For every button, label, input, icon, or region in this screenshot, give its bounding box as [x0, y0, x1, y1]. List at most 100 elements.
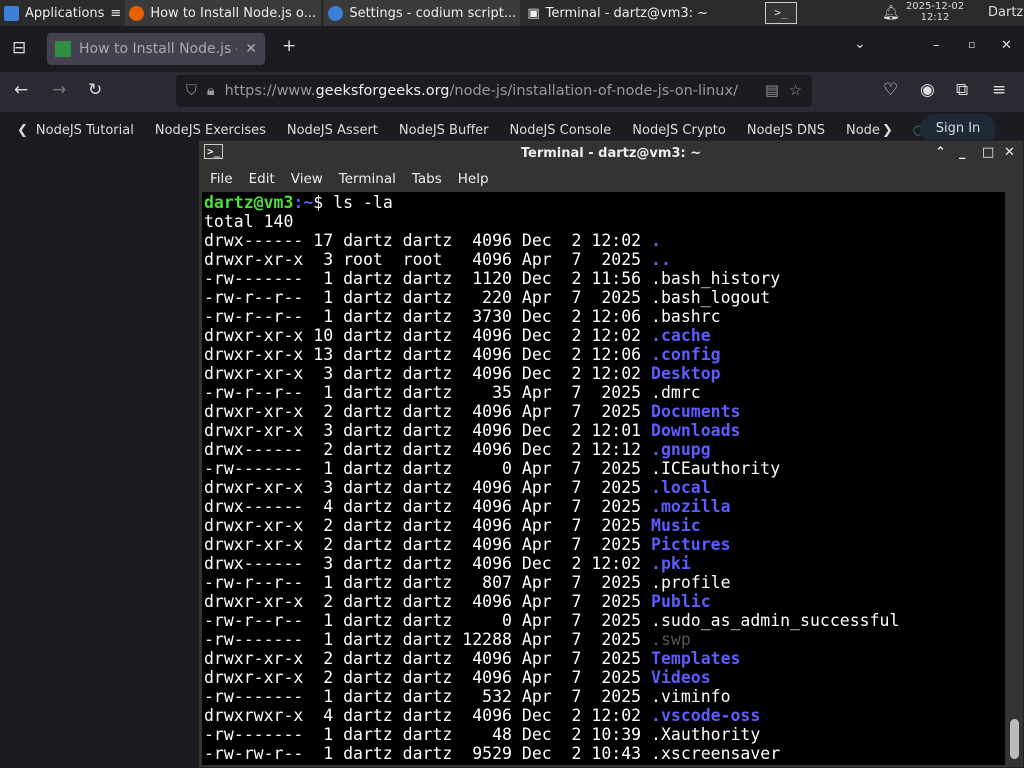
menu-terminal[interactable]: Terminal	[339, 171, 396, 187]
file-name: .swp	[651, 630, 691, 649]
lock-icon[interactable]: 🔒︎	[207, 83, 215, 99]
terminal-launcher-icon[interactable]: >_	[765, 2, 797, 24]
menu-icon[interactable]: ≡	[992, 80, 1006, 100]
time: 12:12	[920, 12, 950, 23]
maximize-icon[interactable]: □	[982, 145, 994, 160]
task-settings[interactable]: Settings - codium script...	[324, 0, 521, 26]
listing-row: -rw-r--r-- 1 dartz dartz 35 Apr 7 2025 .…	[204, 383, 1005, 402]
site-nav-item[interactable]: Node	[846, 123, 880, 138]
bell-icon[interactable]: 🔔︎	[882, 5, 900, 21]
xfce-icon	[4, 5, 19, 21]
file-attributes: -rw-rw-r-- 1 dartz dartz 9529 Dec 2 10:4…	[204, 744, 652, 763]
listing-row: drwxr-xr-x 2 dartz dartz 4096 Apr 7 2025…	[204, 535, 1005, 554]
listing-row: drwxr-xr-x 2 dartz dartz 4096 Apr 7 2025…	[204, 649, 1005, 668]
prompt-symbol: $	[313, 193, 334, 212]
file-name: .sudo_as_admin_successful	[651, 611, 900, 630]
file-attributes: drwxr-xr-x 10 dartz dartz 4096 Dec 2 12:…	[204, 326, 652, 345]
file-name: .Xauthority	[651, 725, 761, 744]
listing-row: -rw-r--r-- 1 dartz dartz 220 Apr 7 2025 …	[204, 288, 1005, 307]
listing-row: drwx------ 17 dartz dartz 4096 Dec 2 12:…	[204, 231, 1005, 250]
tab-list-icon[interactable]: ⊟	[12, 38, 26, 58]
codium-icon	[328, 5, 344, 21]
terminal-window: >_ Terminal - dartz@vm3: ~ ⌃ _ □ ✕ File …	[198, 140, 1024, 768]
close-tab-icon[interactable]: ✕	[245, 41, 257, 57]
listing-row: drwxr-xr-x 3 dartz dartz 4096 Dec 2 12:0…	[204, 364, 1005, 383]
url-bar[interactable]: ⛉ 🔒︎ https://www.geeksforgeeks.org/node-js…	[176, 75, 812, 107]
shade-icon[interactable]: ⌃	[935, 145, 946, 160]
chevron-right-icon[interactable]: ❯	[882, 123, 893, 138]
close-icon[interactable]: ✕	[1001, 38, 1012, 53]
menu-tabs[interactable]: Tabs	[412, 171, 442, 187]
maximize-icon[interactable]: ▫	[968, 38, 975, 51]
listing-row: drwxr-xr-x 2 dartz dartz 4096 Apr 7 2025…	[204, 516, 1005, 535]
site-nav-item[interactable]: NodeJS Buffer	[399, 123, 489, 138]
menu-file[interactable]: File	[210, 171, 233, 187]
site-nav-item[interactable]: NodeJS Exercises	[155, 123, 266, 138]
file-attributes: -rw-r--r-- 1 dartz dartz 807 Apr 7 2025	[204, 573, 652, 592]
star-icon[interactable]: ☆	[789, 83, 802, 99]
file-name: Downloads	[651, 421, 741, 440]
task-firefox[interactable]: How to Install Node.js o...	[125, 0, 322, 26]
listing-row: -rw------- 1 dartz dartz 12288 Apr 7 202…	[204, 630, 1005, 649]
chevron-left-icon[interactable]: ❮	[17, 123, 28, 138]
prompt-line: dartz@vm3:~$ ls -la	[204, 193, 1005, 212]
file-attributes: -rw-r--r-- 1 dartz dartz 220 Apr 7 2025	[204, 288, 652, 307]
file-name: .cache	[651, 326, 711, 345]
file-name: .local	[651, 478, 711, 497]
close-icon[interactable]: ✕	[1004, 145, 1015, 160]
pocket-icon[interactable]: ♡	[883, 80, 898, 100]
site-nav-item[interactable]: NodeJS Crypto	[632, 123, 726, 138]
applications-menu[interactable]: Applications ≡	[0, 0, 125, 26]
minimize-icon[interactable]: –	[933, 38, 940, 53]
clock[interactable]: 2025-12-02 12:12	[905, 1, 965, 23]
scrollbar-thumb[interactable]	[1010, 719, 1019, 759]
task-label: Settings - codium script...	[349, 5, 517, 21]
file-name: .bash_history	[651, 269, 781, 288]
user-menu[interactable]: Dartz	[988, 5, 1023, 20]
scrollbar[interactable]	[1007, 192, 1023, 765]
listing-row: -rw-rw-r-- 1 dartz dartz 9529 Dec 2 10:4…	[204, 744, 1005, 763]
account-icon[interactable]: ◉	[920, 80, 935, 100]
reload-icon[interactable]: ↻	[88, 80, 102, 100]
file-name: .mozilla	[651, 497, 731, 516]
file-name: Documents	[651, 402, 741, 421]
extensions-icon[interactable]: ⧉	[956, 80, 968, 100]
site-nav-item[interactable]: NodeJS Tutorial	[36, 123, 134, 138]
file-attributes: drwxr-xr-x 2 dartz dartz 4096 Apr 7 2025	[204, 649, 652, 668]
file-name: .xscreensaver	[651, 744, 781, 763]
back-icon[interactable]: ←	[14, 80, 28, 100]
terminal-output[interactable]: dartz@vm3:~$ ls -la total 140 drwx------ 1…	[202, 192, 1005, 765]
listing-row: drwxr-xr-x 3 dartz dartz 4096 Dec 2 12:0…	[204, 421, 1005, 440]
file-name: ..	[651, 250, 671, 269]
listing-row: -rw------- 1 dartz dartz 1120 Dec 2 11:5…	[204, 269, 1005, 288]
menu-view[interactable]: View	[291, 171, 323, 187]
chevron-down-icon[interactable]: ⌄	[854, 36, 866, 52]
file-attributes: drwxr-xr-x 3 dartz dartz 4096 Apr 7 2025	[204, 478, 652, 497]
file-attributes: drwxr-xr-x 3 dartz dartz 4096 Dec 2 12:0…	[204, 421, 652, 440]
terminal-icon: >_	[204, 144, 224, 159]
file-attributes: -rw-r--r-- 1 dartz dartz 0 Apr 7 2025	[204, 611, 652, 630]
shield-icon[interactable]: ⛉	[186, 83, 197, 99]
listing-row: drwxrwxr-x 4 dartz dartz 4096 Dec 2 12:0…	[204, 706, 1005, 725]
file-name: Public	[651, 592, 711, 611]
menu-edit[interactable]: Edit	[249, 171, 275, 187]
terminal-titlebar[interactable]: >_ Terminal - dartz@vm3: ~ ⌃ _ □ ✕	[199, 141, 1023, 166]
site-nav-item[interactable]: NodeJS Console	[510, 123, 612, 138]
date: 2025-12-02	[905, 1, 965, 12]
file-attributes: -rw------- 1 dartz dartz 0 Apr 7 2025	[204, 459, 652, 478]
firefox-icon	[129, 5, 145, 21]
reader-icon[interactable]: ▤	[765, 83, 779, 99]
file-name: Desktop	[651, 364, 721, 383]
listing-row: drwx------ 4 dartz dartz 4096 Apr 7 2025…	[204, 497, 1005, 516]
site-nav-item[interactable]: NodeJS Assert	[287, 123, 378, 138]
minimize-icon[interactable]: _	[959, 145, 966, 160]
menu-help[interactable]: Help	[458, 171, 489, 187]
file-attributes: drwx------ 4 dartz dartz 4096 Apr 7 2025	[204, 497, 652, 516]
browser-tab[interactable]: How to Install Node.js on ✕	[47, 33, 265, 65]
listing-row: drwx------ 2 dartz dartz 4096 Dec 2 12:1…	[204, 440, 1005, 459]
forward-icon[interactable]: →	[52, 80, 66, 100]
new-tab-icon[interactable]: +	[282, 36, 296, 56]
task-terminal[interactable]: ▣ Terminal - dartz@vm3: ~	[523, 0, 720, 26]
site-nav-item[interactable]: NodeJS DNS	[747, 123, 825, 138]
file-name: .gnupg	[651, 440, 711, 459]
